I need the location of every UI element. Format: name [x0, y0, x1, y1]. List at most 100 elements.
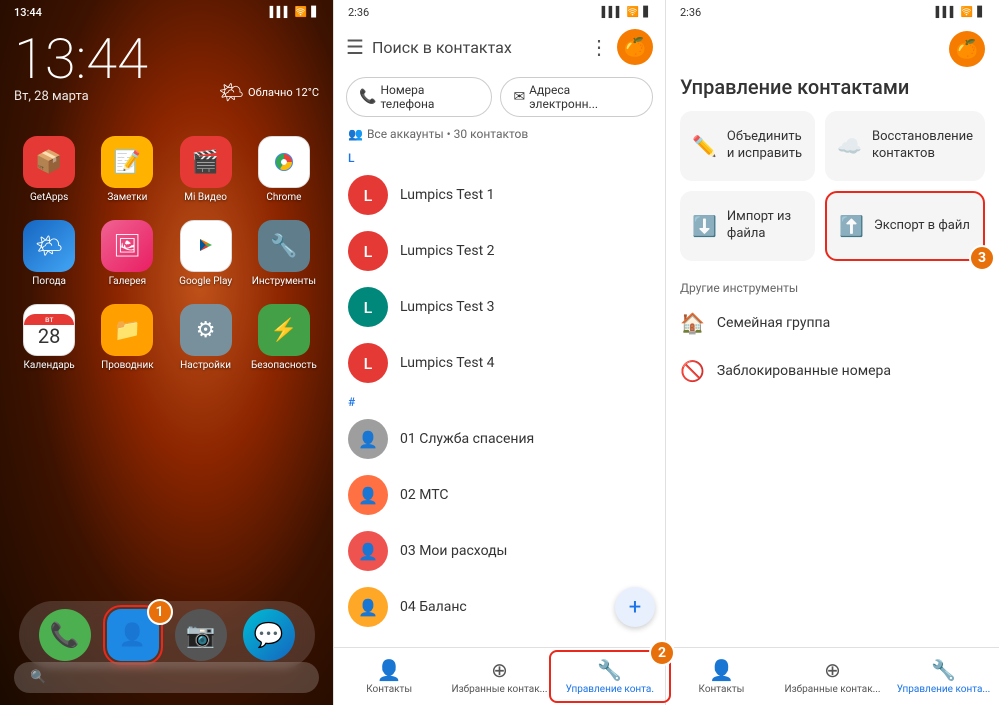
app-weather[interactable]: 🌤 Погода — [14, 220, 84, 288]
contact-01[interactable]: 👤 01 Служба спасения — [334, 411, 665, 467]
contacts-search-label[interactable]: Поиск в контактах — [372, 38, 581, 57]
filter-phone-tab[interactable]: 📞 Номера телефона — [346, 77, 492, 117]
contact-lumpics1[interactable]: L Lumpics Test 1 — [334, 167, 665, 223]
email-icon: ✉ — [513, 89, 525, 105]
nav-contacts-icon: 👤 — [377, 658, 402, 682]
manage-cards-grid: ✏️ Объединить и исправить ☁️ Восстановле… — [666, 111, 999, 273]
manage-nav-favorites-label: Избранные контак... — [784, 684, 880, 695]
home-status-bar: 13:44 ▌▌▌ 🛜 ▋ — [0, 0, 333, 21]
contact-avatar-6: 👤 — [348, 475, 388, 515]
app-googleplay[interactable]: Google Play — [171, 220, 241, 288]
weather-text: Облачно 12°C — [248, 86, 319, 99]
filter-email-tab[interactable]: ✉ Адреса электронн... — [500, 77, 653, 117]
card-restore[interactable]: ☁️ Восстановление контактов — [825, 111, 985, 181]
home-status-icons: ▌▌▌ 🛜 ▋ — [270, 7, 319, 18]
app-label-security: Безопасность — [251, 360, 317, 372]
merge-icon: ✏️ — [692, 134, 717, 158]
app-files[interactable]: 📁 Проводник — [92, 304, 162, 372]
manage-nav-manage-icon: 🔧 — [931, 658, 956, 682]
contact-avatar-3: L — [348, 287, 388, 327]
dock-phone[interactable]: 📞 — [39, 609, 91, 661]
contacts-bottom-nav: 👤 Контакты ⊕ Избранные контак... 🔧 Управ… — [334, 647, 665, 705]
contact-lumpics3[interactable]: L Lumpics Test 3 — [334, 279, 665, 335]
manage-battery-icon: ▋ — [977, 7, 985, 18]
manage-avatar: 🍊 — [949, 31, 985, 67]
card-merge[interactable]: ✏️ Объединить и исправить — [680, 111, 815, 181]
filter-email-label: Адреса электронн... — [529, 83, 640, 111]
blocked-numbers-item[interactable]: 🚫 Заблокированные номера — [666, 347, 999, 395]
menu-icon[interactable]: ☰ — [346, 35, 364, 59]
nav-manage[interactable]: 🔧 Управление конта. 2 — [555, 654, 665, 699]
signal-icon: ▌▌▌ — [270, 7, 291, 18]
app-tools[interactable]: 🔧 Инструменты — [249, 220, 319, 288]
import-icon: ⬇️ — [692, 214, 717, 238]
app-label-googleplay: Google Play — [179, 276, 232, 288]
manage-title: Управление контактами — [666, 71, 999, 111]
card-export[interactable]: ⬆️ Экспорт в файл 3 — [825, 191, 985, 261]
app-label-getapps: GetApps — [30, 192, 68, 204]
contact-02[interactable]: 👤 02 МТС — [334, 467, 665, 523]
nav-manage-label: Управление конта. — [566, 684, 654, 695]
manage-nav-manage[interactable]: 🔧 Управление конта... — [888, 654, 999, 699]
manage-nav-contacts-label: Контакты — [699, 684, 745, 695]
contacts-header: ☰ Поиск в контактах ⋮ 🍊 — [334, 21, 665, 73]
other-tools-title: Другие инструменты — [666, 273, 999, 299]
blocked-numbers-label: Заблокированные номера — [717, 363, 891, 379]
app-icon-mivideo: 🎬 — [180, 136, 232, 188]
card-import[interactable]: ⬇️ Импорт из файла — [680, 191, 815, 261]
contact-avatar-5: 👤 — [348, 419, 388, 459]
contact-lumpics2[interactable]: L Lumpics Test 2 — [334, 223, 665, 279]
accounts-icon: 👥 — [348, 127, 363, 141]
contacts-status-time: 2:36 — [348, 6, 369, 19]
fab-add-button[interactable]: + — [615, 587, 655, 627]
export-icon: ⬆️ — [839, 214, 864, 238]
app-label-calendar: Календарь — [24, 360, 75, 372]
app-getapps[interactable]: 📦 GetApps — [14, 136, 84, 204]
app-grid-row1: 📦 GetApps 📝 Заметки 🎬 Mi Видео — [0, 128, 333, 212]
app-icon-notes: 📝 — [101, 136, 153, 188]
manage-nav-contacts[interactable]: 👤 Контакты — [666, 654, 777, 699]
battery-icon: ▋ — [311, 7, 319, 18]
home-search-bar[interactable]: 🔍 — [14, 662, 319, 693]
restore-icon: ☁️ — [837, 134, 862, 158]
app-gallery[interactable]: 🖼 Галерея — [92, 220, 162, 288]
manage-signal-icon: ▌▌▌ — [936, 7, 957, 18]
app-chrome[interactable]: Chrome — [249, 136, 319, 204]
app-notes[interactable]: 📝 Заметки — [92, 136, 162, 204]
manage-status-time: 2:36 — [680, 6, 701, 19]
more-options-icon[interactable]: ⋮ — [589, 35, 609, 59]
home-screen: 13:44 ▌▌▌ 🛜 ▋ 13:44 Вт, 28 марта 🌤 Облач… — [0, 0, 333, 705]
family-group-item[interactable]: 🏠 Семейная группа — [666, 299, 999, 347]
wifi-icon: 🛜 — [295, 7, 307, 18]
manage-nav-contacts-icon: 👤 — [709, 658, 734, 682]
contact-name-3: Lumpics Test 3 — [400, 299, 495, 315]
nav-contacts[interactable]: 👤 Контакты — [334, 654, 444, 699]
app-mivideo[interactable]: 🎬 Mi Видео — [171, 136, 241, 204]
app-settings[interactable]: ⚙ Настройки — [171, 304, 241, 372]
dock-contacts[interactable]: 👤 1 — [107, 609, 159, 661]
contacts-status-icons: ▌▌▌ 🛜 ▋ — [602, 7, 651, 18]
calendar-date: 28 — [38, 325, 60, 347]
card-import-text: Импорт из файла — [727, 209, 803, 243]
app-security[interactable]: ⚡ Безопасность — [249, 304, 319, 372]
manage-nav-favorites[interactable]: ⊕ Избранные контак... — [777, 654, 888, 699]
contacts-panel: 2:36 ▌▌▌ 🛜 ▋ ☰ Поиск в контактах ⋮ 🍊 📞 Н… — [333, 0, 666, 705]
app-label-files: Проводник — [101, 360, 154, 372]
search-icon: 🔍 — [30, 670, 46, 685]
contact-lumpics4[interactable]: L Lumpics Test 4 — [334, 335, 665, 391]
card-export-text: Экспорт в файл — [874, 218, 970, 235]
contact-04[interactable]: 👤 04 Баланс + — [334, 579, 665, 635]
manage-status-bar: 2:36 ▌▌▌ 🛜 ▋ — [666, 0, 999, 21]
step3-badge: 3 — [969, 245, 995, 271]
contacts-battery-icon: ▋ — [643, 7, 651, 18]
contact-avatar-8: 👤 — [348, 587, 388, 627]
contact-avatar-2: L — [348, 231, 388, 271]
nav-favorites[interactable]: ⊕ Избранные контак... — [444, 654, 554, 699]
dock-messages[interactable]: 💬 — [243, 609, 295, 661]
app-label-weather: Погода — [32, 276, 66, 288]
app-label-settings: Настройки — [180, 360, 231, 372]
bottom-dock: 📞 👤 1 📷 💬 — [19, 601, 315, 669]
dock-camera[interactable]: 📷 — [175, 609, 227, 661]
contact-03[interactable]: 👤 03 Мои расходы — [334, 523, 665, 579]
app-calendar[interactable]: вт 28 Календарь — [14, 304, 84, 372]
